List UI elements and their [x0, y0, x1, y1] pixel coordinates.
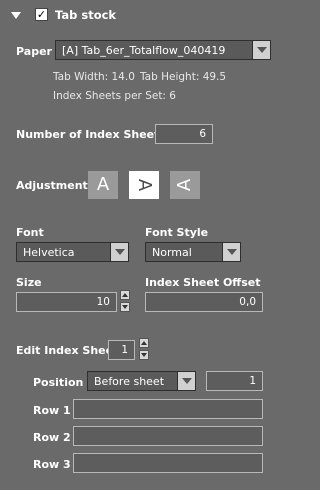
adjustment-label: Adjustment — [16, 179, 88, 192]
adjustment-rotate-left-label: A — [173, 178, 195, 192]
row-3-label: Row 3 — [33, 458, 71, 471]
adjustment-rotate-right-button[interactable]: A — [129, 171, 159, 199]
adjustment-rotate-left-button[interactable]: A — [170, 171, 200, 199]
font-style-select[interactable]: Normal — [145, 242, 241, 262]
panel-title: Tab stock — [55, 8, 117, 22]
number-of-index-sheets-input[interactable]: 6 — [155, 124, 213, 144]
font-label: Font — [16, 226, 44, 239]
index-sheet-offset-label: Index Sheet Offset — [145, 276, 261, 289]
font-select[interactable]: Helvetica — [16, 242, 129, 262]
position-select[interactable]: Before sheet — [87, 371, 196, 391]
row-1-input[interactable] — [73, 399, 263, 419]
font-style-label: Font Style — [145, 226, 209, 239]
tab-stock-checkbox[interactable]: ✓ — [35, 8, 48, 21]
size-stepper[interactable] — [120, 290, 130, 314]
paper-label: Paper — [16, 45, 52, 58]
adjustment-normal-label: A — [96, 174, 110, 195]
font-style-select-value: Normal — [152, 246, 192, 259]
paper-select[interactable]: [A] Tab_6er_Totalflow_040419 — [55, 40, 271, 60]
edit-index-sheet-label: Edit Index Sheet — [16, 344, 119, 357]
number-of-index-sheets-label: Number of Index Sheets — [16, 128, 166, 141]
position-number-input[interactable]: 1 — [206, 371, 263, 391]
tab-width-text: Tab Width: 14.0 — [53, 71, 135, 83]
chevron-down-icon — [252, 41, 270, 59]
increment-icon[interactable] — [120, 290, 130, 300]
size-label: Size — [16, 276, 42, 289]
position-select-value: Before sheet — [94, 375, 165, 388]
decrement-icon[interactable] — [120, 302, 130, 312]
tab-height-text: Tab Height: 49.5 — [140, 71, 227, 83]
chevron-down-icon — [110, 243, 128, 261]
increment-icon[interactable] — [139, 338, 149, 348]
edit-index-sheet-stepper[interactable] — [139, 338, 149, 362]
size-input[interactable]: 10 — [16, 292, 117, 312]
collapse-triangle-icon[interactable] — [11, 12, 21, 19]
edit-index-sheet-input[interactable]: 1 — [108, 340, 135, 360]
decrement-icon[interactable] — [139, 350, 149, 360]
index-sheets-per-set-text: Index Sheets per Set: 6 — [53, 90, 176, 102]
chevron-down-icon — [222, 243, 240, 261]
row-2-input[interactable] — [73, 426, 263, 446]
font-select-value: Helvetica — [23, 246, 75, 259]
row-2-label: Row 2 — [33, 431, 71, 444]
position-label: Position — [33, 376, 84, 389]
row-1-label: Row 1 — [33, 404, 71, 417]
index-sheet-offset-input[interactable]: 0,0 — [145, 292, 263, 312]
adjustment-normal-button[interactable]: A — [88, 171, 118, 199]
chevron-down-icon — [177, 372, 195, 390]
adjustment-rotate-right-label: A — [133, 178, 155, 192]
paper-select-value: [A] Tab_6er_Totalflow_040419 — [62, 44, 226, 57]
tab-stock-header: ✓ Tab stock — [0, 0, 302, 32]
row-3-input[interactable] — [73, 453, 263, 473]
